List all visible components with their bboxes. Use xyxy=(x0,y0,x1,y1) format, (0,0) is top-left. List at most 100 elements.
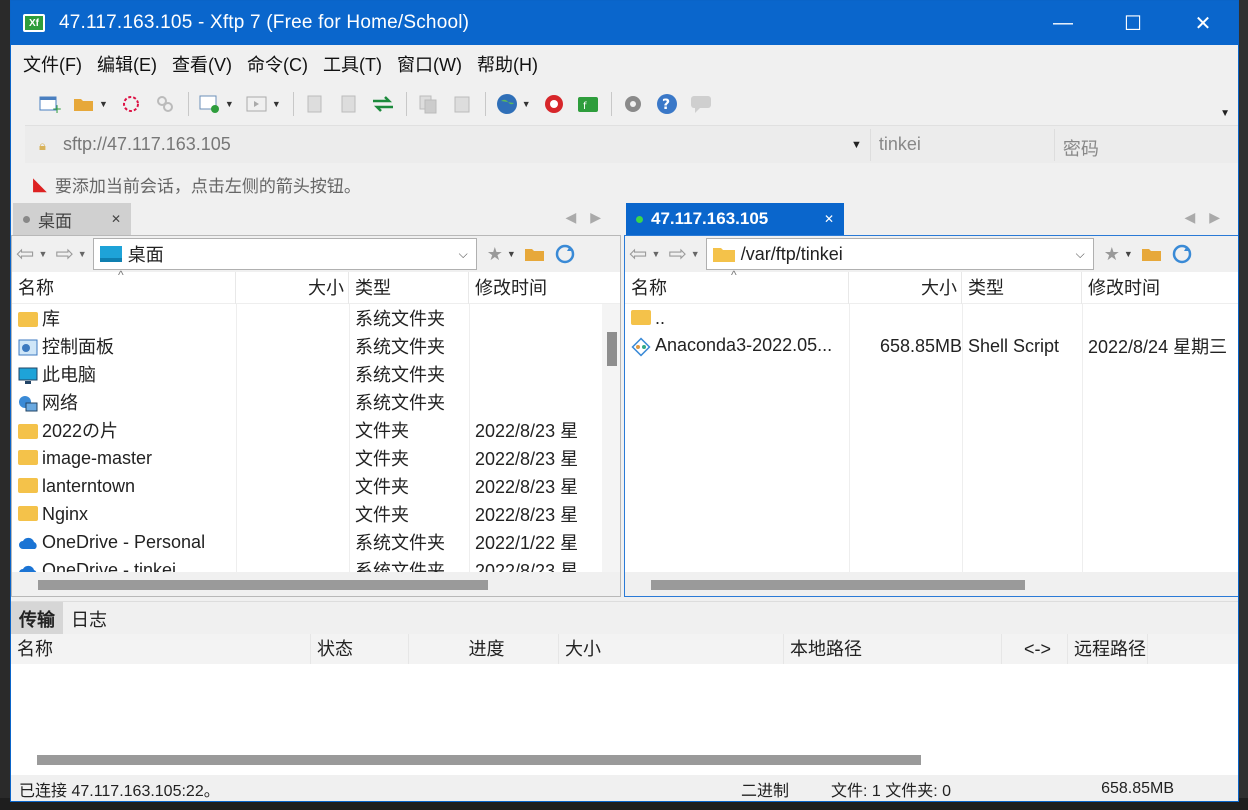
tab-log[interactable]: 日志 xyxy=(63,602,115,634)
host-address-input[interactable]: sftp://47.117.163.105 xyxy=(63,134,851,155)
xfer-col-status[interactable]: 状态 xyxy=(311,634,409,664)
bookmark-arrow-icon[interactable]: ◣ xyxy=(33,174,47,195)
scroll-thumb[interactable] xyxy=(607,332,617,366)
col-size[interactable]: 大小 xyxy=(236,271,349,304)
file-row[interactable]: .. xyxy=(625,304,1238,332)
local-horizontal-scrollbar[interactable] xyxy=(12,572,620,596)
scroll-thumb[interactable] xyxy=(37,755,921,765)
xftp-icon[interactable]: f xyxy=(575,91,601,117)
file-row[interactable]: Nginx 文件夹 2022/8/23 星 xyxy=(12,500,620,528)
file-row[interactable]: image-master 文件夹 2022/8/23 星 xyxy=(12,444,620,472)
globe-dropdown-icon[interactable]: ▼ xyxy=(522,99,531,109)
xfer-col-local-path[interactable]: 本地路径 xyxy=(784,634,1002,664)
forward-arrow-icon[interactable]: ⇨ xyxy=(55,241,73,267)
copy-icon[interactable] xyxy=(415,91,441,117)
terminal-dropdown-icon[interactable]: ▼ xyxy=(272,99,281,109)
back-dropdown-icon[interactable]: ▼ xyxy=(651,249,660,259)
local-path-input[interactable]: 桌面 ⌵ xyxy=(92,238,477,270)
col-type[interactable]: 类型 xyxy=(349,271,469,304)
scroll-thumb[interactable] xyxy=(651,580,1025,590)
col-name[interactable]: 名称 xyxy=(625,271,849,304)
path-dropdown-icon[interactable]: ⌵ xyxy=(459,247,468,262)
tab-transfer[interactable]: 传输 xyxy=(11,602,63,634)
open-dropdown-icon[interactable]: ▼ xyxy=(99,99,108,109)
terminal-icon[interactable] xyxy=(244,91,270,117)
local-vertical-scrollbar[interactable] xyxy=(602,304,620,572)
open-folder-icon[interactable] xyxy=(71,91,97,117)
favorite-dropdown-icon[interactable]: ▼ xyxy=(507,249,516,259)
tab-scroll-arrows-icon[interactable]: ◀▶ xyxy=(1184,209,1234,226)
password-field[interactable]: 密码 xyxy=(1053,128,1238,161)
favorite-star-icon[interactable]: ★ xyxy=(487,244,503,265)
menu-view[interactable]: 查看(V) xyxy=(172,51,232,77)
back-dropdown-icon[interactable]: ▼ xyxy=(38,249,47,259)
xfer-col-size[interactable]: 大小 xyxy=(559,634,784,664)
xshell-icon[interactable] xyxy=(541,91,567,117)
session-settings-icon[interactable] xyxy=(197,91,223,117)
parent-folder-icon[interactable] xyxy=(524,245,546,263)
menu-tools[interactable]: 工具(T) xyxy=(323,51,382,77)
back-arrow-icon[interactable]: ⇦ xyxy=(16,241,34,267)
favorite-star-icon[interactable]: ★ xyxy=(1104,244,1120,265)
back-arrow-icon[interactable]: ⇦ xyxy=(629,241,647,267)
xfer-col-remote-path[interactable]: 远程路径 xyxy=(1068,634,1148,664)
title-bar[interactable]: Xf 47.117.163.105 - Xftp 7 (Free for Hom… xyxy=(11,1,1238,45)
col-modified[interactable]: 修改时间 xyxy=(1082,272,1232,304)
transfer-mode[interactable]: 二进制 xyxy=(741,777,831,801)
tab-remote[interactable]: 47.117.163.105 ✕ xyxy=(626,203,844,235)
tab-local[interactable]: 桌面 ✕ xyxy=(13,203,131,235)
forward-dropdown-icon[interactable]: ▼ xyxy=(691,249,700,259)
col-size[interactable]: 大小 xyxy=(849,271,962,304)
col-modified[interactable]: 修改时间 xyxy=(469,272,599,304)
file-row[interactable]: 2022の片 文件夹 2022/8/23 星 xyxy=(12,416,620,444)
tab-close-icon[interactable]: ✕ xyxy=(111,212,121,226)
settings-dropdown-icon[interactable]: ▼ xyxy=(225,99,234,109)
menu-window[interactable]: 窗口(W) xyxy=(397,51,462,77)
paste-icon[interactable] xyxy=(449,91,475,117)
menu-file[interactable]: 文件(F) xyxy=(23,51,82,77)
remote-horizontal-scrollbar[interactable] xyxy=(625,572,1238,596)
forward-arrow-icon[interactable]: ⇨ xyxy=(668,241,686,267)
chat-icon[interactable] xyxy=(688,91,714,117)
xfer-col-name[interactable]: 名称 xyxy=(11,634,311,664)
file-row[interactable]: 此电脑 系统文件夹 xyxy=(12,360,620,388)
file-row[interactable]: OneDrive - Personal 系统文件夹 2022/1/22 星 xyxy=(12,528,620,556)
forward-dropdown-icon[interactable]: ▼ xyxy=(78,249,87,259)
upload-icon[interactable] xyxy=(302,91,328,117)
sync-transfer-icon[interactable] xyxy=(370,91,396,117)
file-row[interactable]: Anaconda3-2022.05... 658.85MB Shell Scri… xyxy=(625,332,1238,360)
menu-help[interactable]: 帮助(H) xyxy=(477,51,538,77)
parent-folder-icon[interactable] xyxy=(1141,245,1163,263)
file-row[interactable]: OneDrive - tinkei 系统文件夹 2022/8/23 星 xyxy=(12,556,620,572)
connect-icon[interactable] xyxy=(118,91,144,117)
username-field[interactable]: tinkei xyxy=(869,128,1054,161)
file-row[interactable]: 控制面板 系统文件夹 xyxy=(12,332,620,360)
maximize-button[interactable]: ☐ xyxy=(1098,1,1168,45)
xfer-col-progress[interactable]: 进度 xyxy=(409,634,559,664)
disconnect-icon[interactable] xyxy=(152,91,178,117)
tab-close-icon[interactable]: ✕ xyxy=(824,212,834,226)
col-type[interactable]: 类型 xyxy=(962,271,1082,304)
file-row[interactable]: lanterntown 文件夹 2022/8/23 星 xyxy=(12,472,620,500)
minimize-button[interactable]: — xyxy=(1028,1,1098,45)
col-name[interactable]: 名称 xyxy=(12,271,236,304)
refresh-icon[interactable] xyxy=(554,243,576,265)
tab-scroll-arrows-icon[interactable]: ◀▶ xyxy=(565,209,615,226)
path-dropdown-icon[interactable]: ⌵ xyxy=(1076,247,1085,262)
favorite-dropdown-icon[interactable]: ▼ xyxy=(1124,249,1133,259)
close-button[interactable]: ✕ xyxy=(1168,1,1238,45)
help-icon[interactable]: ? xyxy=(654,91,680,117)
file-row[interactable]: 库 系统文件夹 xyxy=(12,304,620,332)
new-session-icon[interactable]: + xyxy=(37,91,63,117)
menu-edit[interactable]: 编辑(E) xyxy=(97,51,157,77)
remote-path-input[interactable]: /var/ftp/tinkei ⌵ xyxy=(705,238,1094,270)
download-icon[interactable] xyxy=(336,91,362,117)
transfer-horizontal-scrollbar[interactable] xyxy=(11,753,1238,767)
menu-command[interactable]: 命令(C) xyxy=(247,51,308,77)
refresh-icon[interactable] xyxy=(1171,243,1193,265)
address-dropdown-icon[interactable]: ▼ xyxy=(851,139,862,151)
globe-icon[interactable] xyxy=(494,91,520,117)
file-row[interactable]: 网络 系统文件夹 xyxy=(12,388,620,416)
scroll-thumb[interactable] xyxy=(38,580,488,590)
xfer-col-direction[interactable]: <-> xyxy=(1002,634,1068,664)
